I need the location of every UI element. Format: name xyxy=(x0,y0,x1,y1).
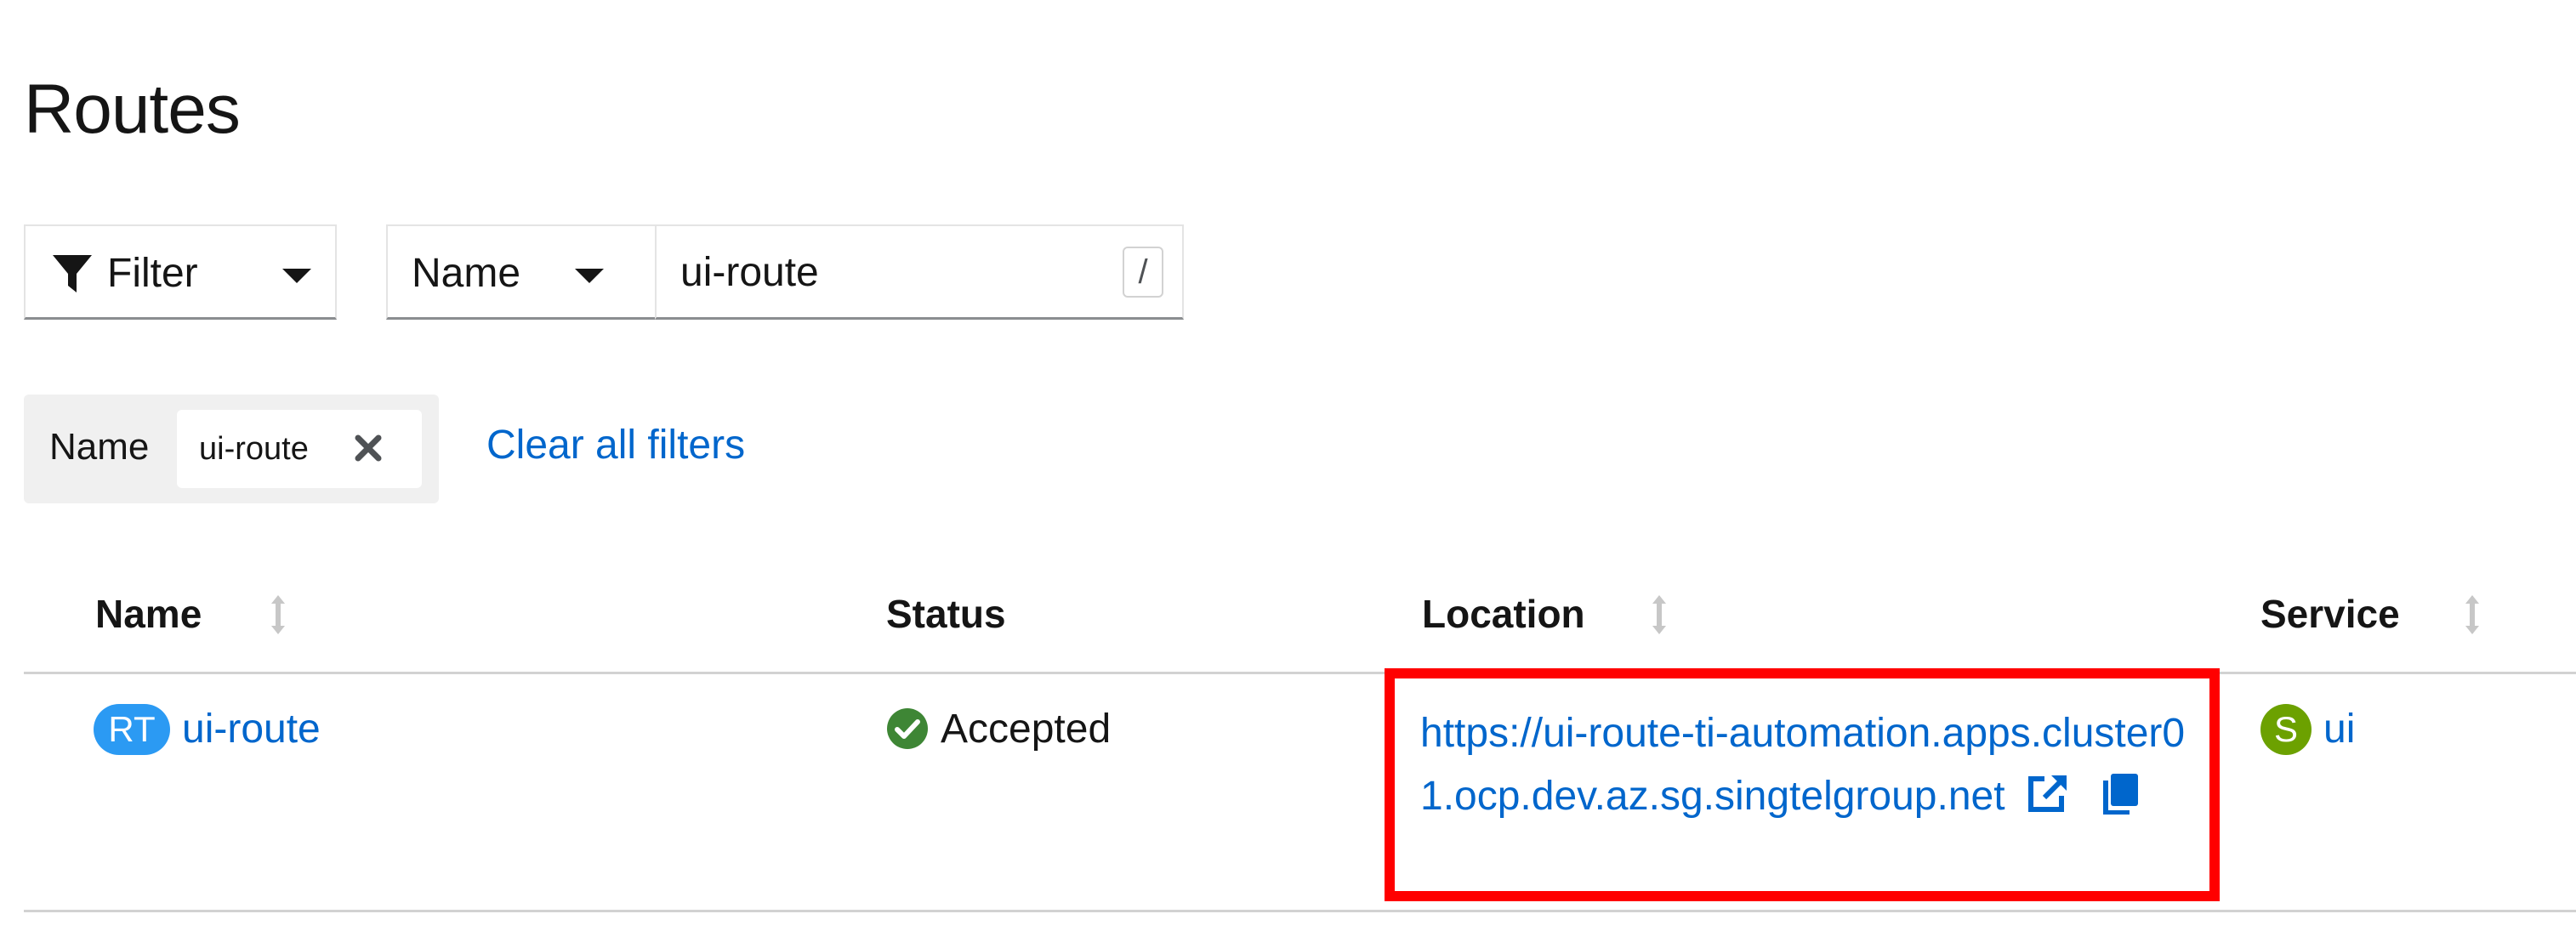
close-icon xyxy=(355,434,382,462)
keyboard-shortcut-hint: / xyxy=(1123,247,1163,298)
clear-all-filters-link[interactable]: Clear all filters xyxy=(486,420,745,471)
page-title: Routes xyxy=(24,70,241,148)
chip-group-category: Name xyxy=(49,426,150,468)
sort-icon[interactable] xyxy=(2463,593,2482,636)
highlight-annotation xyxy=(1385,668,2220,901)
column-header-status: Status xyxy=(886,592,1006,636)
column-header-location[interactable]: Location xyxy=(1422,588,1585,639)
service-link[interactable]: ui xyxy=(2323,704,2355,755)
table-row-divider xyxy=(24,910,2576,912)
sort-icon[interactable] xyxy=(269,593,287,636)
column-header-name[interactable]: Name xyxy=(95,588,202,639)
filter-attribute-label: Name xyxy=(412,251,521,296)
filter-chip: ui-route xyxy=(177,410,422,488)
service-badge: S xyxy=(2260,704,2312,755)
check-circle-icon xyxy=(887,708,928,749)
filter-icon xyxy=(53,255,92,292)
search-field: / xyxy=(655,224,1184,320)
filter-chip-group: Name ui-route xyxy=(24,395,439,503)
sort-icon[interactable] xyxy=(1650,593,1669,636)
filter-dropdown-button[interactable]: Filter xyxy=(24,224,337,320)
status-text: Accepted xyxy=(941,707,1112,752)
filter-chip-label: ui-route xyxy=(199,431,309,467)
route-badge: RT xyxy=(94,704,170,755)
route-name-link[interactable]: ui-route xyxy=(182,704,321,755)
filter-attribute-select[interactable]: Name xyxy=(386,224,655,320)
filter-label: Filter xyxy=(107,251,198,296)
search-input[interactable] xyxy=(680,245,1089,299)
column-header-service[interactable]: Service xyxy=(2260,588,2400,639)
chip-close-button[interactable] xyxy=(347,427,390,469)
caret-down-icon xyxy=(575,269,604,283)
caret-down-icon xyxy=(282,269,311,283)
